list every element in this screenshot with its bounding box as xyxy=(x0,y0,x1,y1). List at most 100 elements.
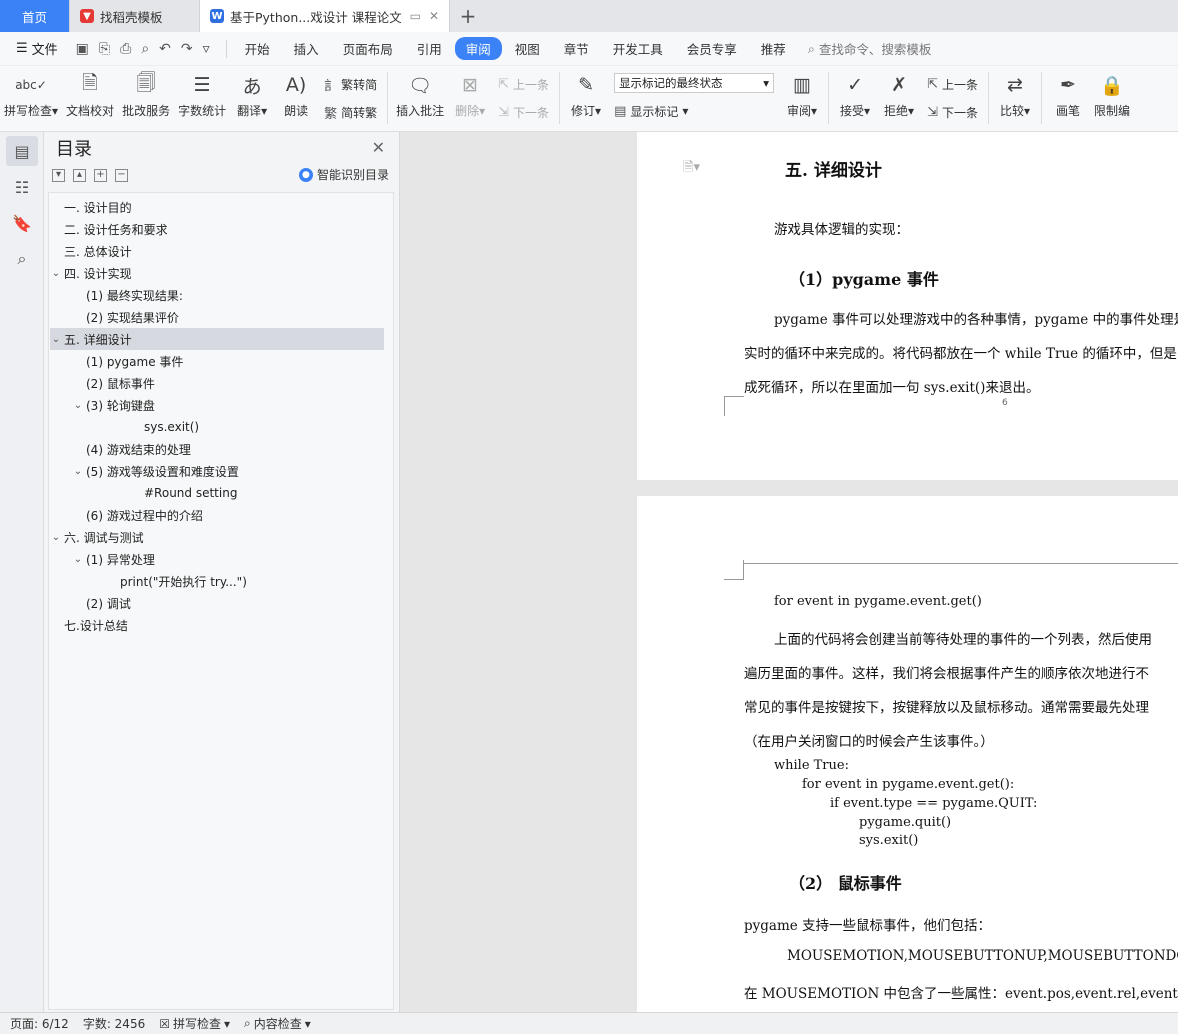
print-icon[interactable]: ⎙ xyxy=(120,41,131,57)
toc-item[interactable]: 三. 总体设计 xyxy=(50,240,384,262)
file-menu[interactable]: ☰ 文件 xyxy=(8,39,66,58)
toc-item-label: 一. 设计目的 xyxy=(64,200,132,215)
translate-button[interactable]: あ 翻译▾ xyxy=(230,70,274,119)
accept-button[interactable]: ✓ 接受▾ xyxy=(833,70,877,119)
chevron-down-icon[interactable]: ⌄ xyxy=(70,400,86,411)
tab-home[interactable]: 首页 xyxy=(0,0,70,32)
spell-check-button[interactable]: abc✓ 拼写检查▾ xyxy=(0,70,62,119)
menu-item-layout[interactable]: 页面布局 xyxy=(332,37,404,60)
tab-document[interactable]: W 基于Python...戏设计 课程论文 ▭ ✕ xyxy=(200,0,450,32)
tab-template[interactable]: ▼ 找稻壳模板 xyxy=(70,0,200,32)
paragraph-line: 上面的代码将会创建当前等待处理的事件的一个列表，然后使用 xyxy=(774,632,1152,648)
docer-logo-icon: ▼ xyxy=(80,9,94,23)
show-markup-button[interactable]: ▤ 显示标记 ▾ xyxy=(614,99,774,123)
menu-item-section[interactable]: 章节 xyxy=(553,37,600,60)
read-aloud-button[interactable]: A) 朗读 xyxy=(274,70,318,119)
collapse-up-icon[interactable]: ▴ xyxy=(73,168,86,182)
toc-item[interactable]: (2) 实现结果评价 xyxy=(50,306,384,328)
menu-item-recommend[interactable]: 推荐 xyxy=(750,37,797,60)
collapse-down-icon[interactable]: ▾ xyxy=(52,168,65,182)
toc-item[interactable]: (1) pygame 事件 xyxy=(50,350,384,372)
toc-item[interactable]: ⌄ 六. 调试与测试 xyxy=(50,526,384,548)
toc-item[interactable]: 一. 设计目的 xyxy=(50,196,384,218)
to-simplified-button[interactable]: 訁繁转简 xyxy=(324,72,377,96)
find-icon[interactable]: ⌕ xyxy=(6,244,38,274)
review-pane-button[interactable]: ▥ 审阅▾ xyxy=(780,70,824,119)
prev-comment-button[interactable]: ⇱ 上一条 xyxy=(498,72,549,96)
paragraph-menu-icon[interactable]: 🗎▾ xyxy=(683,158,700,180)
toc-item[interactable]: ⌄ (5) 游戏等级设置和难度设置 xyxy=(50,460,384,482)
expand-all-icon[interactable]: + xyxy=(94,168,107,182)
next-comment-button[interactable]: ⇲ 下一条 xyxy=(498,100,549,124)
bookmark-icon[interactable]: 🔖 xyxy=(6,208,38,238)
menu-item-references[interactable]: 引用 xyxy=(406,37,453,60)
redo-icon[interactable]: ↷ xyxy=(181,41,193,57)
toc-panel-icon[interactable]: ▤ xyxy=(6,136,38,166)
spell-check-toggle[interactable]: ☒ 拼写检查 ▾ xyxy=(159,1015,230,1032)
close-icon[interactable]: ✕ xyxy=(372,138,385,157)
menu-item-member[interactable]: 会员专享 xyxy=(676,37,748,60)
undo-icon[interactable]: ↶ xyxy=(159,41,171,57)
menu-item-view[interactable]: 视图 xyxy=(504,37,551,60)
chevron-down-icon[interactable]: ⌄ xyxy=(70,554,86,565)
subsection-heading: （1）pygame 事件 xyxy=(789,270,939,289)
toc-item[interactable]: (1) 最终实现结果: xyxy=(50,284,384,306)
menu-item-developer[interactable]: 开发工具 xyxy=(602,37,674,60)
toc-item[interactable]: print("开始执行 try...") xyxy=(50,570,384,592)
delete-comment-button[interactable]: ⊠ 删除▾ xyxy=(448,70,492,119)
menu-item-insert[interactable]: 插入 xyxy=(283,37,330,60)
toc-item[interactable]: ⌄ 四. 设计实现 xyxy=(50,262,384,284)
document-area[interactable]: 🗎▾ 五. 详细设计 游戏具体逻辑的实现： （1）pygame 事件 pygam… xyxy=(400,132,1178,1012)
tab-close-icon[interactable]: ✕ xyxy=(429,9,439,23)
next-change-button[interactable]: ⇲ 下一条 xyxy=(927,100,978,124)
toc-item[interactable]: 七.设计总结 xyxy=(50,614,384,636)
chevron-down-icon[interactable]: ⌄ xyxy=(70,466,86,477)
document-page[interactable]: for event in pygame.event.get() 上面的代码将会创… xyxy=(637,496,1178,1012)
toc-item[interactable]: sys.exit() xyxy=(50,416,384,438)
chevron-down-icon[interactable]: ⌄ xyxy=(48,532,64,543)
toc-item[interactable]: (4) 游戏结束的处理 xyxy=(50,438,384,460)
toc-item[interactable]: ⌄ (1) 异常处理 xyxy=(50,548,384,570)
toc-item[interactable]: (6) 游戏过程中的介绍 xyxy=(50,504,384,526)
page-indicator[interactable]: 页面: 6/12 xyxy=(10,1015,69,1032)
track-changes-button[interactable]: ✎ 修订▾ xyxy=(564,70,608,119)
reject-button[interactable]: ✗ 拒绝▾ xyxy=(877,70,921,119)
batch-service-button[interactable]: 🗐 批改服务 xyxy=(118,70,174,119)
restrict-edit-button[interactable]: 🔒 限制编 xyxy=(1090,70,1134,119)
paragraph-line: 成死循环，所以在里面加一句 sys.exit()来退出。 xyxy=(744,380,1040,396)
menu-item-home[interactable]: 开始 xyxy=(234,37,281,60)
chapter-nav-icon[interactable]: ☷ xyxy=(6,172,38,202)
toc-item[interactable]: 二. 设计任务和要求 xyxy=(50,218,384,240)
insert-comment-button[interactable]: 🗨 插入批注 xyxy=(392,70,448,119)
new-tab-button[interactable]: + xyxy=(450,0,486,32)
chevron-down-icon[interactable]: ⌄ xyxy=(48,334,64,345)
smart-toc-button[interactable]: ● 智能识别目录 xyxy=(298,166,389,183)
toc-item-label: (1) 最终实现结果: xyxy=(86,288,183,303)
word-count-label: 字数统计 xyxy=(178,104,227,118)
to-traditional-button[interactable]: 繁简转繁 xyxy=(324,100,377,124)
toc-item[interactable]: ⌄ 五. 详细设计 xyxy=(50,328,384,350)
word-count-indicator[interactable]: 字数: 2456 xyxy=(83,1015,145,1032)
ribbon-review: abc✓ 拼写检查▾ 🗎 文档校对 🗐 批改服务 ☰ 字数统计 あ 翻译▾ A)… xyxy=(0,66,1178,132)
document-page[interactable]: 🗎▾ 五. 详细设计 游戏具体逻辑的实现： （1）pygame 事件 pygam… xyxy=(637,132,1178,480)
customize-icon[interactable]: ▿ xyxy=(203,41,210,57)
word-count-button[interactable]: ☰ 字数统计 xyxy=(174,70,230,119)
content-check-toggle[interactable]: ⌕ 内容检查 ▾ xyxy=(244,1015,311,1032)
toc-item[interactable]: #Round setting xyxy=(50,482,384,504)
print-preview-icon[interactable]: ⌕ xyxy=(141,41,149,57)
toc-item[interactable]: (2) 调试 xyxy=(50,592,384,614)
menu-item-review[interactable]: 审阅 xyxy=(454,37,502,60)
toc-item[interactable]: (2) 鼠标事件 xyxy=(50,372,384,394)
pen-button[interactable]: ✒ 画笔 xyxy=(1046,70,1090,119)
export-pdf-icon[interactable]: ⎘ xyxy=(99,41,110,57)
tab-float-icon[interactable]: ▭ xyxy=(410,9,421,23)
toc-item[interactable]: ⌄ (3) 轮询键盘 xyxy=(50,394,384,416)
compare-button[interactable]: ⇄ 比较▾ xyxy=(993,70,1037,119)
chevron-down-icon[interactable]: ⌄ xyxy=(48,268,64,279)
prev-change-button[interactable]: ⇱ 上一条 xyxy=(927,72,978,96)
doc-proof-button[interactable]: 🗎 文档校对 xyxy=(62,70,118,119)
collapse-all-icon[interactable]: − xyxy=(115,168,128,182)
command-search[interactable]: ⌕ 查找命令、搜索模板 xyxy=(808,39,932,58)
markup-state-select[interactable]: 显示标记的最终状态 ▾ xyxy=(614,73,775,93)
save-icon[interactable]: ▣ xyxy=(76,41,89,57)
